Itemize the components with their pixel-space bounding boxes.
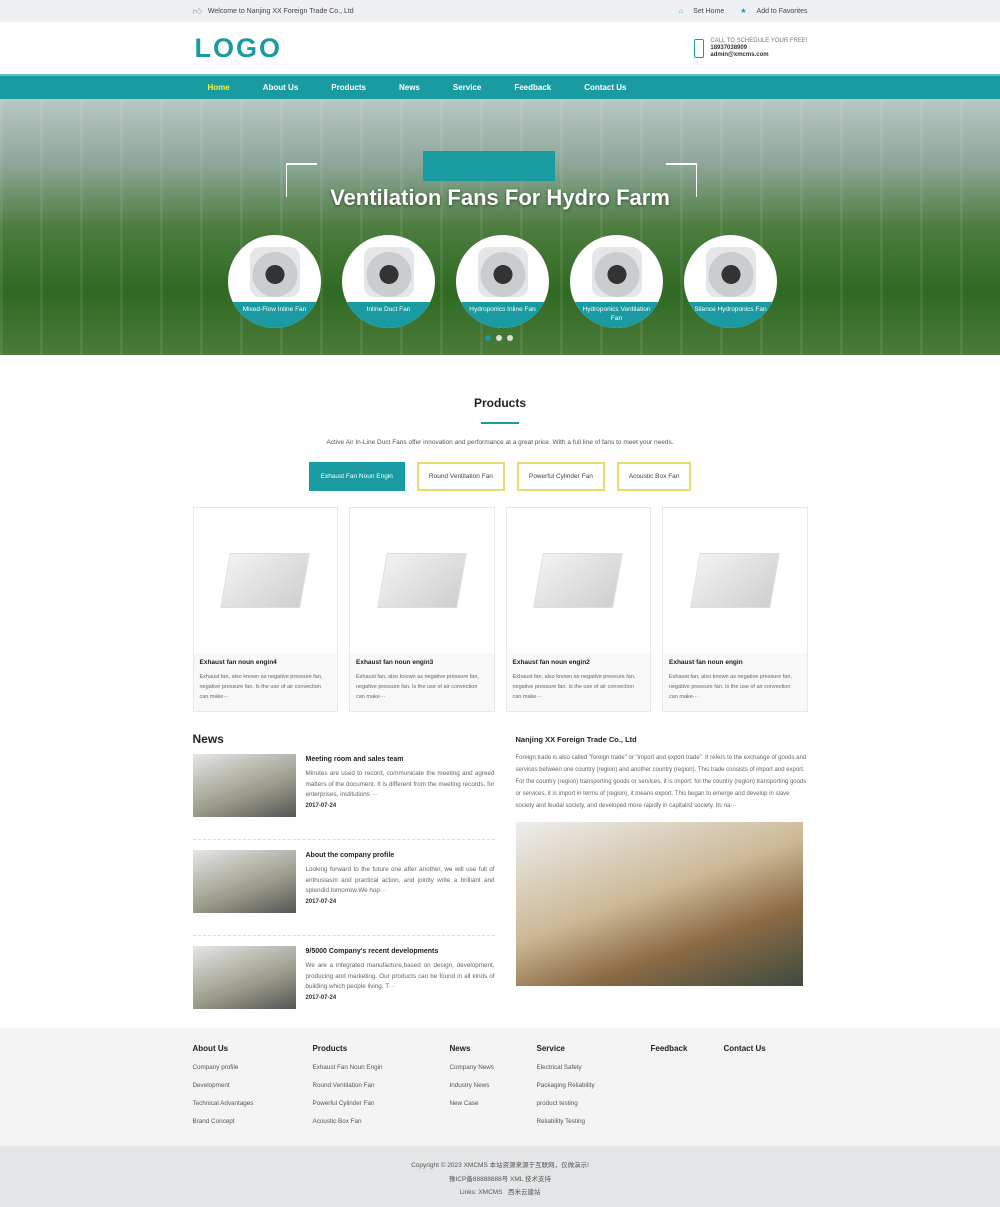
link-ximi[interactable]: 西米云建站 [508,1189,541,1196]
product-card[interactable]: Exhaust fan noun engin4 Exhaust fan, also… [192,507,338,712]
about-title[interactable]: Nanjing XX Foreign Trade Co., Ltd [516,735,808,744]
set-home-link[interactable]: ⌂ Set Home [671,8,724,15]
contact-info: CALL TO SCHEDULE YOUR FREE! 18937038909 ad… [694,37,808,59]
welcome-text: Welcome to Nanjing XX Foreign Trade Co.,… [207,7,354,15]
nav-news[interactable]: News [399,83,420,92]
footer-col-feedback: Feedback [650,1044,688,1053]
fan-image [250,247,300,297]
product-image [194,508,338,653]
news-image [192,946,296,1009]
logo[interactable]: LOGO [195,33,283,64]
title-underline [481,422,519,424]
product-cards: Exhaust fan noun engin4 Exhaust fan, also… [192,507,808,712]
banner-product[interactable]: Mixed-Flow Inline Fan [228,235,321,328]
product-image [663,508,807,653]
icp: 豫ICP备88888888号 XML 技术支持 [449,1175,551,1183]
nav-service[interactable]: Service [453,83,481,92]
about-text: Foreign trade is also called "foreign tr… [515,755,807,809]
slide-dot[interactable] [496,335,502,341]
product-card[interactable]: Exhaust fan noun engin2 Exhaust fan, also… [505,507,651,712]
banner-product[interactable]: Silence Hydroponics Fan [684,235,777,328]
products-title: Products [473,396,526,410]
news-item[interactable]: About the company profile Looking forward… [192,850,495,936]
copyright: Copyright © 2023 XMCMS 本站资源来源于互联网，仅做演示! [411,1162,589,1169]
news-image [192,850,296,913]
product-image [507,508,651,653]
call-text: CALL TO SCHEDULE YOUR FREE! [710,37,808,44]
main-nav: Home About Us Products News Service Feed… [0,74,1000,99]
fan-image [478,247,528,297]
product-tabs: Exhaust Fan Noun Engin Round Ventilation… [193,462,808,491]
nav-about-us[interactable]: About Us [263,83,299,92]
tab-acoustic-box-fan[interactable]: Acoustic Box Fan [616,462,692,491]
phone-number: 18937038909 [710,44,748,51]
slide-dot[interactable] [485,335,491,341]
news-title: News [192,732,224,746]
footer-col-about: About Us Company profile Development Techni… [192,1044,254,1125]
fan-image [706,247,756,297]
footer-col-products: Products Exhaust Fan Noun Engin Round Vent… [312,1044,383,1125]
tab-round-ventilation-fan[interactable]: Round Ventilation Fan [416,462,505,491]
footer-col-contact: Contact Us [723,1044,766,1053]
nav-contact-us[interactable]: Contact Us [584,83,626,92]
product-card[interactable]: Exhaust fan noun engin3 Exhaust fan, also… [349,507,495,712]
news-image [192,754,296,817]
tab-powerful-cylinder-fan[interactable]: Powerful Cylinder Fan [516,462,605,491]
link-xmcms[interactable]: XMCMS [478,1189,502,1196]
product-card[interactable]: Exhaust fan noun engin Exhaust fan, also … [662,507,808,712]
star-icon: ★ [740,8,747,15]
friend-links: Links: XMCMS 西米云建站 [459,1189,541,1196]
top-bar: 👍︎ Welcome to Nanjing XX Foreign Trade Co… [0,0,1000,22]
footer-col-news: News Company News Industry News New Case [449,1044,494,1107]
thumbs-up-icon: 👍︎ [192,5,202,16]
fan-image [364,247,414,297]
about-section: Nanjing XX Foreign Trade Co., Ltd Foreig… [515,732,808,1042]
banner-product[interactable]: Hydroponics Inline Fan [456,235,549,328]
add-favorites-link[interactable]: ★ Add to Favorites [732,8,807,15]
nav-home[interactable]: Home [208,83,230,92]
email: admin@xmcms.com [710,51,769,58]
copyright-bar: Copyright © 2023 XMCMS 本站资源来源于互联网，仅做演示! … [0,1146,1000,1207]
news-section: News Meeting room and sales team Minutes … [192,732,495,1042]
product-image [350,508,494,653]
tab-exhaust-fan[interactable]: Exhaust Fan Noun Engin [308,462,405,491]
banner-product[interactable]: Hydroponics Ventilation Fan [570,235,663,328]
slider-dots [485,335,513,341]
products-desc: Active Air In-Line Duct Fans offer innov… [326,439,674,446]
slide-dot[interactable] [507,335,513,341]
phone-icon [694,38,705,58]
header: LOGO CALL TO SCHEDULE YOUR FREE! 18937038… [0,22,1000,74]
nav-feedback[interactable]: Feedback [514,83,551,92]
fan-image [592,247,642,297]
footer-col-service: Service Electrical Safety Packaging Reliab… [536,1044,595,1125]
hero-banner: Ventilation Fans For Hydro Farm Mixed-Fl… [0,99,1000,355]
nav-products[interactable]: Products [331,83,366,92]
footer: About Us Company profile Development Techni… [0,1028,1000,1146]
office-image [515,822,803,986]
banner-title: Ventilation Fans For Hydro Farm [330,185,670,210]
news-item[interactable]: 9/5000 Company's recent developments We a… [192,946,495,1032]
news-item[interactable]: Meeting room and sales team Minutes are u… [192,754,495,840]
home-icon: ⌂ [678,8,684,15]
banner-product[interactable]: Inline Duct Fan [342,235,435,328]
